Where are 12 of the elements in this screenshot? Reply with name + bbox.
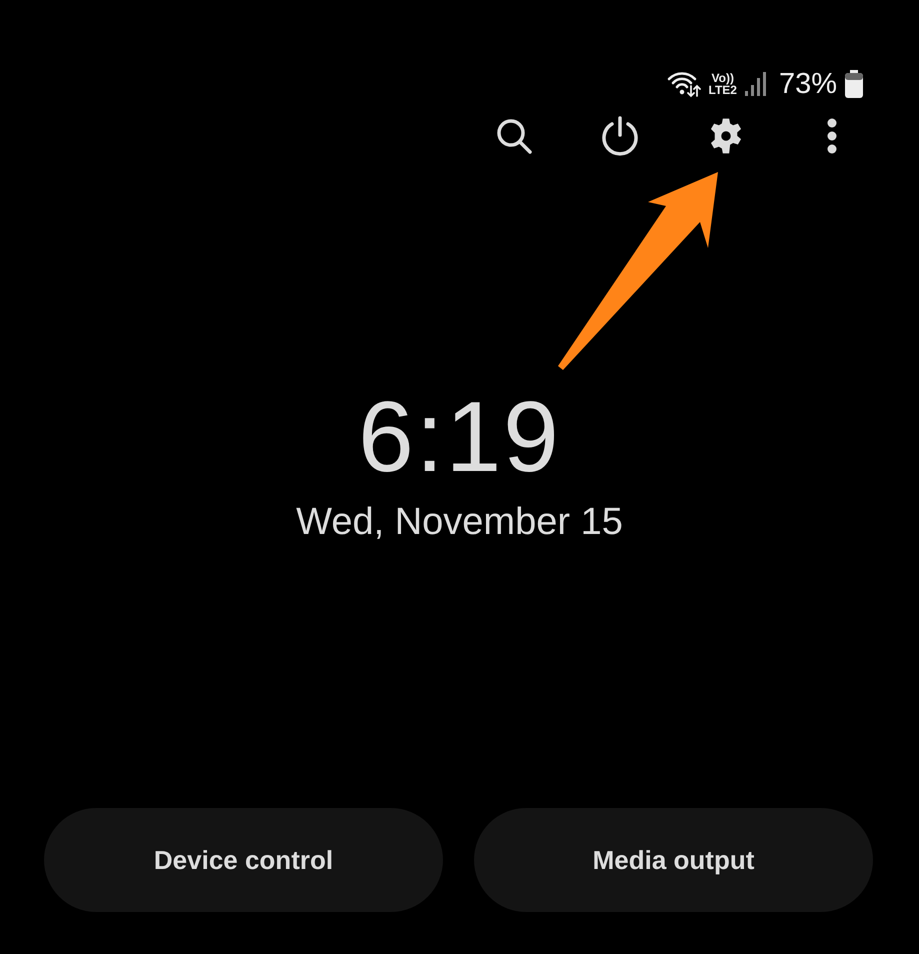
more-icon — [826, 117, 838, 155]
power-icon — [599, 115, 641, 157]
clock-time: 6:19 — [358, 382, 561, 492]
network-type-label: LTE2 — [708, 84, 737, 96]
quick-action-button[interactable]: Device control — [44, 808, 443, 912]
signal-icon — [744, 71, 767, 97]
quick-action-button[interactable]: Media output — [474, 808, 873, 912]
wifi-icon — [666, 70, 700, 98]
clock-date: Wed, November 15 — [296, 500, 623, 544]
battery-icon — [845, 70, 863, 98]
volte-label: Vo)) — [712, 72, 734, 84]
battery-percentage: 73% — [778, 68, 837, 100]
